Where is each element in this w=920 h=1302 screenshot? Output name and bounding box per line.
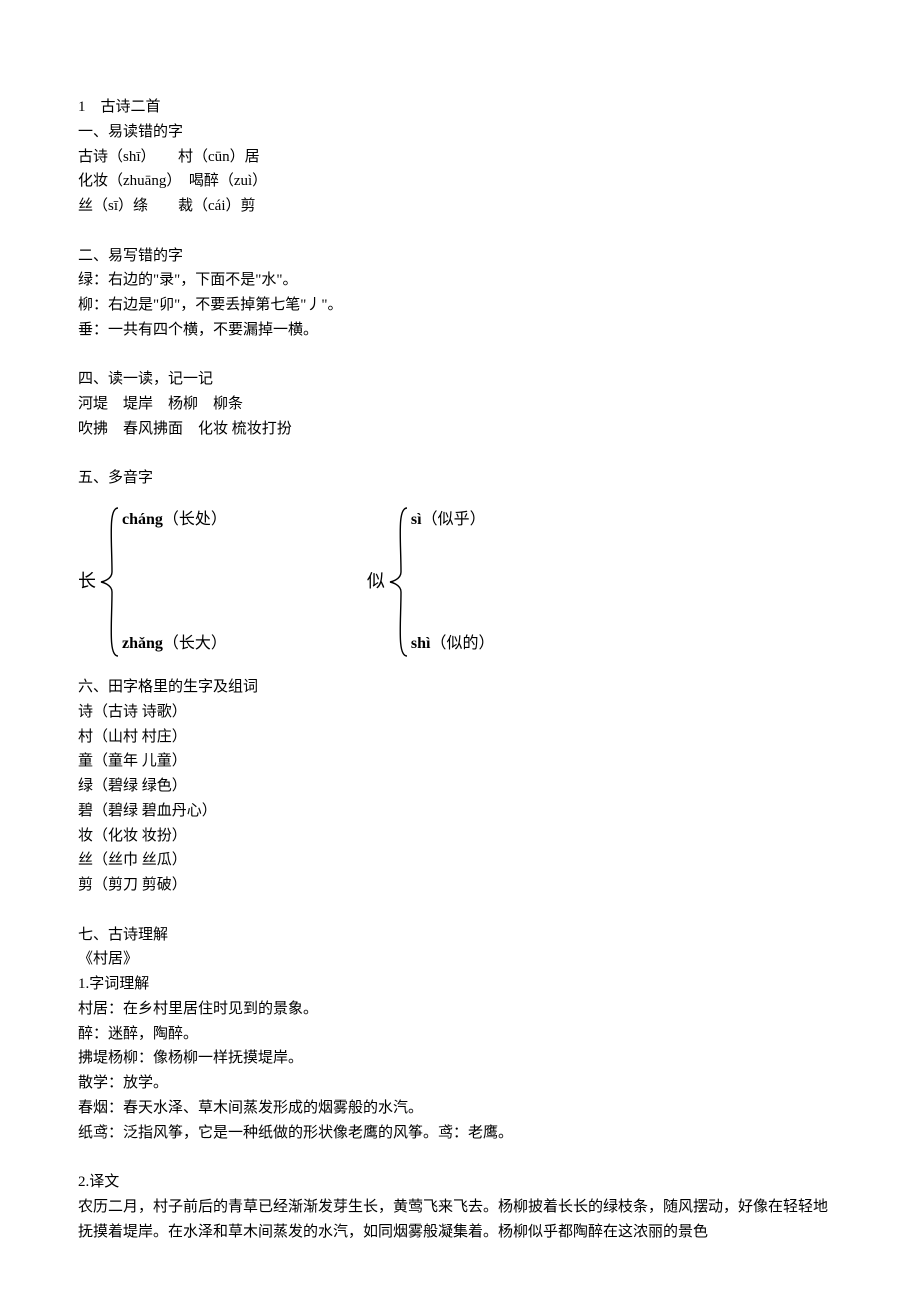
section-heading: 二、易写错的字 [78, 244, 842, 269]
pinyin: zhǎng [122, 635, 163, 652]
section-heading: 五、多音字 [78, 466, 842, 491]
content-line: 村（山村 村庄） [78, 725, 842, 750]
content-line: 醉：迷醉，陶醉。 [78, 1022, 842, 1047]
polyphone-group: 长 cháng（长处） zhǎng（长大） [78, 501, 227, 663]
readings-col: sì（似乎） shì（似的） [411, 501, 495, 663]
gap [78, 1145, 842, 1170]
content-line: 化妆（zhuāng） 喝醉（zuì） [78, 169, 842, 194]
content-line: 柳：右边是"卯"，不要丢掉第七笔"丿"。 [78, 293, 842, 318]
gap [78, 442, 842, 467]
content-line: 绿：右边的"录"，下面不是"水"。 [78, 268, 842, 293]
section-heading: 七、古诗理解 [78, 923, 842, 948]
content-line: 散学：放学。 [78, 1071, 842, 1096]
polyphone-char: 长 [78, 567, 98, 597]
polyphone-group: 似 sì（似乎） shì（似的） [367, 501, 495, 663]
content-line: 妆（化妆 妆扮） [78, 824, 842, 849]
polyphone-char: 似 [367, 567, 387, 597]
reading-line: zhǎng（长大） [122, 631, 227, 657]
pinyin: shì [411, 635, 431, 652]
content-line: 诗（古诗 诗歌） [78, 700, 842, 725]
gap [78, 219, 842, 244]
poem-title: 《村居》 [78, 947, 842, 972]
content-line: 垂：一共有四个横，不要漏掉一横。 [78, 318, 842, 343]
section-heading: 四、读一读，记一记 [78, 367, 842, 392]
word: （似乎） [422, 511, 486, 528]
reading-line: cháng（长处） [122, 507, 227, 533]
readings-col: cháng（长处） zhǎng（长大） [122, 501, 227, 663]
sub-heading: 1.字词理解 [78, 972, 842, 997]
reading-line: shì（似的） [411, 631, 495, 657]
left-brace-icon [98, 502, 122, 662]
gap [78, 898, 842, 923]
document-page: 1 古诗二首 一、易读错的字 古诗（shī） 村（cūn）居 化妆（zhuāng… [0, 0, 920, 1284]
content-line: 剪（剪刀 剪破） [78, 873, 842, 898]
content-line: 碧（碧绿 碧血丹心） [78, 799, 842, 824]
pinyin: cháng [122, 511, 163, 528]
content-line: 古诗（shī） 村（cūn）居 [78, 145, 842, 170]
section-heading: 一、易读错的字 [78, 120, 842, 145]
content-line: 村居：在乡村里居住时见到的景象。 [78, 997, 842, 1022]
word: （长处） [163, 511, 227, 528]
content-line: 丝（sī）绦 裁（cái）剪 [78, 194, 842, 219]
content-line: 童（童年 儿童） [78, 749, 842, 774]
sub-heading: 2.译文 [78, 1170, 842, 1195]
content-line: 吹拂 春风拂面 化妆 梳妆打扮 [78, 417, 842, 442]
gap [78, 343, 842, 368]
reading-line: sì（似乎） [411, 507, 495, 533]
content-line: 河堤 堤岸 杨柳 柳条 [78, 392, 842, 417]
content-line: 纸鸢：泛指风筝，它是一种纸做的形状像老鹰的风筝。鸢：老鹰。 [78, 1121, 842, 1146]
title-line: 1 古诗二首 [78, 95, 842, 120]
word: （似的） [431, 635, 495, 652]
content-line: 丝（丝巾 丝瓜） [78, 848, 842, 873]
content-line: 拂堤杨柳：像杨柳一样抚摸堤岸。 [78, 1046, 842, 1071]
left-brace-icon [387, 502, 411, 662]
content-line: 绿（碧绿 绿色） [78, 774, 842, 799]
section-heading: 六、田字格里的生字及组词 [78, 675, 842, 700]
word: （长大） [163, 635, 227, 652]
polyphone-block: 长 cháng（长处） zhǎng（长大） 似 sì（似乎） shì（似的） [78, 501, 842, 663]
content-line: 农历二月，村子前后的青草已经渐渐发芽生长，黄莺飞来飞去。杨柳披着长长的绿枝条，随… [78, 1195, 842, 1245]
content-line: 春烟：春天水泽、草木间蒸发形成的烟雾般的水汽。 [78, 1096, 842, 1121]
pinyin: sì [411, 511, 422, 528]
